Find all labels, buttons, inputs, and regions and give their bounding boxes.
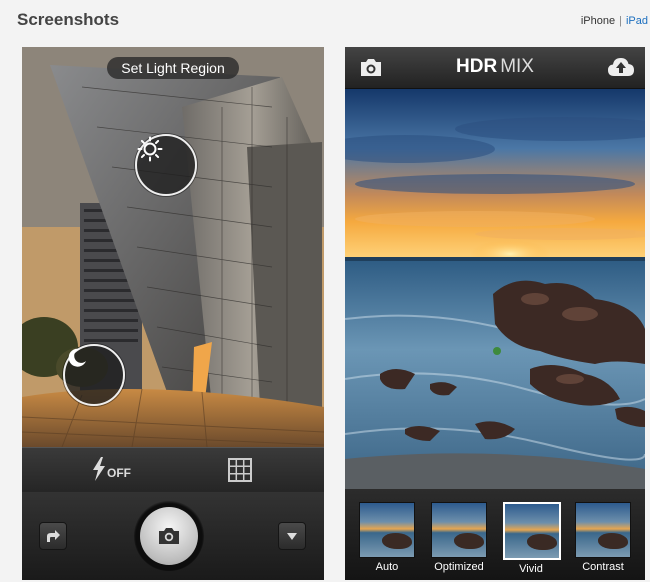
seascape-image: [345, 89, 645, 489]
sun-icon: [137, 136, 163, 162]
cloud-upload-icon: [608, 58, 634, 76]
camera-viewfinder[interactable]: Set Light Region: [22, 47, 324, 447]
filter-thumbnail[interactable]: [359, 502, 415, 558]
camera-icon: [159, 528, 179, 544]
screenshot-editor[interactable]: HDR MIX Auto Optimized Vivid Contrast: [345, 47, 645, 580]
shutter-face[interactable]: [140, 507, 198, 565]
share-button[interactable]: [39, 522, 67, 550]
grid-icon: [228, 458, 252, 482]
flash-state-label: OFF: [107, 466, 131, 480]
set-light-region-label[interactable]: Set Light Region: [107, 57, 239, 79]
screenshot-camera[interactable]: Set Light Region OFF: [22, 47, 324, 580]
filter-auto[interactable]: Auto: [359, 502, 415, 573]
filter-optimized[interactable]: Optimized: [431, 502, 487, 573]
link-separator: |: [619, 15, 622, 27]
options-button[interactable]: [278, 522, 306, 550]
iphone-link[interactable]: iPhone: [581, 15, 615, 27]
hdr-photo-preview[interactable]: [345, 89, 645, 489]
filter-thumbnail[interactable]: [503, 502, 561, 560]
app-top-bar: HDR MIX: [345, 47, 645, 89]
app-title: HDR MIX: [345, 56, 645, 78]
capture-bar: [22, 492, 324, 580]
filter-contrast[interactable]: Contrast: [575, 502, 631, 573]
dark-region-marker[interactable]: [63, 344, 125, 406]
filter-label: Contrast: [582, 561, 624, 573]
section-title: Screenshots: [17, 10, 120, 29]
app-title-bold: HDR: [456, 56, 498, 77]
ipad-link[interactable]: iPad: [626, 15, 648, 27]
app-title-light: MIX: [500, 56, 534, 77]
filter-label: Optimized: [434, 561, 484, 573]
light-region-marker[interactable]: [135, 134, 197, 196]
shutter-button[interactable]: [134, 501, 204, 571]
filter-strip: Auto Optimized Vivid Contrast: [345, 489, 645, 580]
moon-icon: [68, 348, 86, 367]
grid-toggle[interactable]: [228, 458, 252, 487]
filter-thumbnail[interactable]: [431, 502, 487, 558]
flash-icon: [93, 457, 105, 481]
upload-button[interactable]: [607, 56, 635, 83]
device-links: iPhone | iPad: [581, 15, 648, 27]
filter-label: Vivid: [519, 563, 543, 575]
filter-vivid[interactable]: Vivid: [503, 502, 561, 575]
filter-thumbnail[interactable]: [575, 502, 631, 558]
camera-options-bar: OFF: [22, 447, 324, 493]
share-icon: [47, 530, 60, 542]
dropdown-icon: [287, 533, 297, 540]
flash-toggle[interactable]: OFF: [92, 457, 131, 481]
filter-label: Auto: [375, 561, 399, 573]
